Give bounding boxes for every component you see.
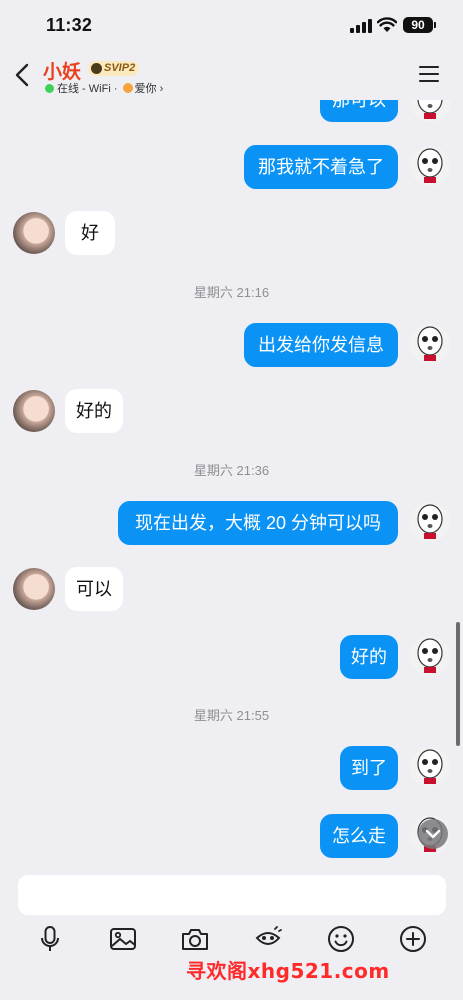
cartoon-face-icon bbox=[417, 100, 443, 119]
svip-badge-label: SVIP2 bbox=[104, 62, 136, 74]
message-bubble-outgoing[interactable]: 到了 bbox=[340, 746, 398, 790]
contact-avatar[interactable] bbox=[13, 212, 55, 254]
cartoon-face-icon bbox=[417, 504, 443, 539]
my-avatar[interactable] bbox=[410, 502, 450, 542]
my-avatar[interactable] bbox=[410, 747, 450, 787]
cartoon-face-icon bbox=[417, 749, 443, 784]
status-time: 11:32 bbox=[46, 15, 93, 35]
message-bubble-outgoing[interactable]: 好的 bbox=[340, 635, 398, 679]
message-bubble-incoming[interactable]: 可以 bbox=[65, 567, 123, 611]
scroll-to-bottom-button[interactable] bbox=[418, 819, 448, 849]
emoji-icon[interactable] bbox=[326, 924, 356, 954]
back-arrow-icon[interactable] bbox=[12, 62, 34, 88]
contact-avatar[interactable] bbox=[13, 390, 55, 432]
cellular-signal-icon bbox=[350, 19, 372, 33]
my-avatar[interactable] bbox=[410, 324, 450, 364]
chevron-right-icon: › bbox=[159, 83, 164, 95]
battery-icon: 90 bbox=[403, 17, 436, 33]
message-timestamp: 星期六 21:55 bbox=[193, 708, 270, 723]
gift-icon[interactable] bbox=[253, 924, 283, 954]
menu-icon[interactable] bbox=[419, 66, 439, 82]
heart-emoji-icon bbox=[122, 83, 133, 93]
svip-crown-icon bbox=[91, 63, 102, 74]
plus-icon[interactable] bbox=[398, 924, 428, 954]
chevron-down-icon bbox=[425, 829, 441, 839]
message-timestamp: 星期六 21:36 bbox=[193, 463, 270, 478]
message-input[interactable] bbox=[18, 875, 446, 915]
scroll-indicator[interactable] bbox=[456, 622, 460, 746]
camera-icon[interactable] bbox=[180, 924, 210, 954]
message-bubble-outgoing[interactable]: 那可以 bbox=[320, 100, 398, 122]
my-avatar[interactable] bbox=[410, 100, 450, 122]
microphone-icon[interactable] bbox=[35, 924, 65, 954]
message-timestamp: 星期六 21:16 bbox=[193, 285, 270, 300]
watermark: 寻欢阁xhg521.com bbox=[186, 959, 390, 983]
mood-text: 爱你 bbox=[134, 83, 157, 95]
message-bubble-outgoing[interactable]: 那我就不着急了 bbox=[244, 145, 398, 189]
svip-badge: SVIP2 bbox=[88, 61, 140, 76]
message-bubble-outgoing[interactable]: 怎么走 bbox=[320, 814, 398, 858]
cartoon-face-icon bbox=[417, 638, 443, 673]
presence-status[interactable]: 在线 - WiFi · 爱你 › bbox=[45, 80, 163, 96]
status-bar: 11:32 90 bbox=[0, 0, 463, 50]
message-bubble-incoming[interactable]: 好 bbox=[65, 211, 115, 255]
cartoon-face-icon bbox=[417, 148, 443, 183]
image-icon[interactable] bbox=[108, 924, 138, 954]
online-dot-icon bbox=[45, 84, 54, 93]
wifi-icon bbox=[377, 17, 397, 32]
my-avatar[interactable] bbox=[410, 636, 450, 676]
message-bubble-outgoing[interactable]: 现在出发，大概 20 分钟可以吗 bbox=[118, 501, 398, 545]
my-avatar[interactable] bbox=[410, 146, 450, 186]
message-bubble-outgoing[interactable]: 出发给你发信息 bbox=[244, 323, 398, 367]
message-bubble-incoming[interactable]: 好的 bbox=[65, 389, 123, 433]
message-list[interactable]: 那可以 那我就不着急了 好 星期六 21:16 出发给你发信息 好的 星期六 2… bbox=[0, 100, 463, 862]
chat-header: 小妖 SVIP2 在线 - WiFi · 爱你 › bbox=[0, 50, 463, 100]
contact-avatar[interactable] bbox=[13, 568, 55, 610]
cartoon-face-icon bbox=[417, 326, 443, 361]
online-status-text: 在线 - WiFi · bbox=[57, 83, 118, 95]
